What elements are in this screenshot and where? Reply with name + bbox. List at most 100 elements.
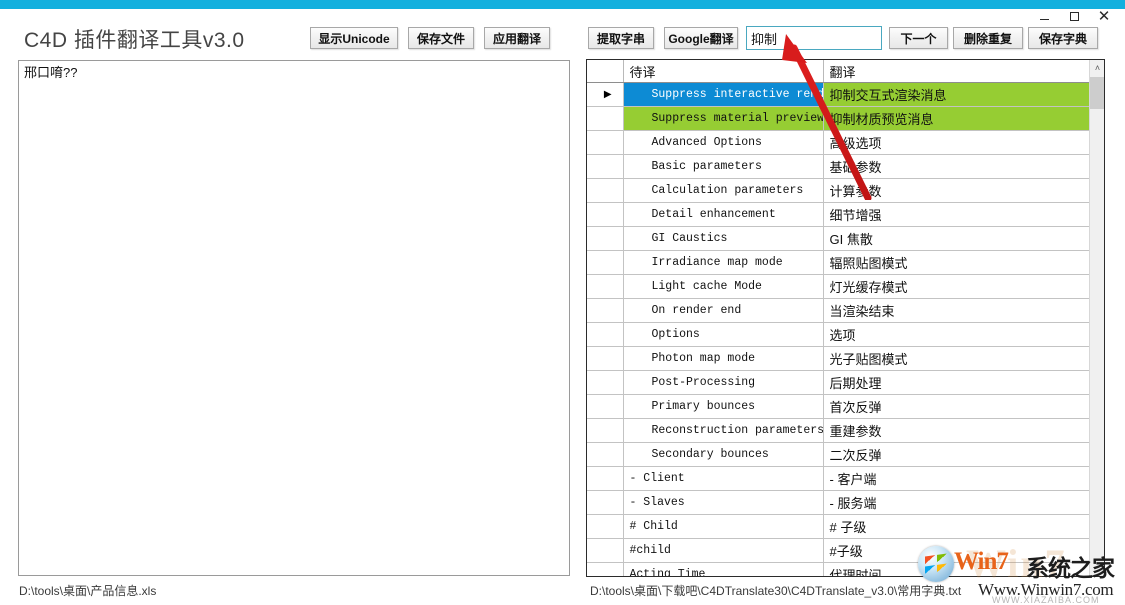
row-marker-cell[interactable] (587, 154, 624, 179)
source-cell[interactable]: Photon map mode (623, 346, 824, 371)
source-cell[interactable]: Acting Time (623, 562, 824, 576)
row-marker-cell[interactable] (587, 130, 624, 155)
source-cell[interactable]: GI Caustics (623, 226, 824, 251)
table-row[interactable]: Options 选项 (587, 322, 1089, 347)
row-marker-cell[interactable] (587, 346, 624, 371)
source-cell[interactable]: Suppress interactive rendering... (623, 82, 824, 107)
table-row[interactable]: GI Caustics GI 焦散 (587, 226, 1089, 251)
translation-cell[interactable]: 代理时间 (823, 562, 1089, 576)
translation-cell[interactable]: 细节增强 (823, 202, 1089, 227)
row-marker-cell[interactable] (587, 202, 624, 227)
table-row[interactable]: Basic parameters 基础参数 (587, 154, 1089, 179)
row-marker-cell[interactable] (587, 298, 624, 323)
row-marker-cell[interactable] (587, 562, 624, 576)
source-cell[interactable]: Detail enhancement (623, 202, 824, 227)
column-header-marker[interactable] (587, 60, 624, 83)
row-marker-cell[interactable] (587, 226, 624, 251)
translation-cell[interactable]: 抑制材质预览消息 (823, 106, 1089, 131)
translation-cell[interactable]: # 子级 (823, 514, 1089, 539)
close-button[interactable]: ✕ (1089, 6, 1119, 26)
source-cell[interactable]: Post-Processing (623, 370, 824, 395)
translation-cell[interactable]: 选项 (823, 322, 1089, 347)
column-header-translation[interactable]: 翻译 (823, 60, 1089, 83)
source-cell[interactable]: Suppress material preview mess... (623, 106, 824, 131)
row-marker-cell[interactable] (587, 106, 624, 131)
table-row[interactable]: Primary bounces 首次反弹 (587, 394, 1089, 419)
translation-cell[interactable]: 当渲染结束 (823, 298, 1089, 323)
table-row[interactable]: Light cache Mode 灯光缓存模式 (587, 274, 1089, 299)
table-row[interactable]: Post-Processing 后期处理 (587, 370, 1089, 395)
remove-duplicate-button[interactable]: 删除重复 (953, 27, 1023, 49)
row-marker-cell[interactable] (587, 178, 624, 203)
table-row[interactable]: Suppress material preview mess...抑制材质预览消… (587, 106, 1089, 131)
table-row[interactable]: On render end 当渲染结束 (587, 298, 1089, 323)
table-row[interactable]: #child #子级 (587, 538, 1089, 563)
translation-cell[interactable]: 重建参数 (823, 418, 1089, 443)
translation-cell[interactable]: 基础参数 (823, 154, 1089, 179)
translation-cell[interactable]: #子级 (823, 538, 1089, 563)
source-cell[interactable]: # Child (623, 514, 824, 539)
source-cell[interactable]: On render end (623, 298, 824, 323)
translation-cell[interactable]: 高级选项 (823, 130, 1089, 155)
row-marker-cell[interactable] (587, 274, 624, 299)
table-row[interactable]: ▶Suppress interactive rendering...抑制交互式渲… (587, 82, 1089, 107)
source-cell[interactable]: Secondary bounces (623, 442, 824, 467)
table-row[interactable]: Secondary bounces 二次反弹 (587, 442, 1089, 467)
source-cell[interactable]: Calculation parameters (623, 178, 824, 203)
translation-cell[interactable]: GI 焦散 (823, 226, 1089, 251)
minimize-button[interactable] (1029, 6, 1059, 26)
row-marker-cell[interactable] (587, 322, 624, 347)
scrollbar-thumb[interactable] (1090, 77, 1104, 109)
table-row[interactable]: - Client - 客户端 (587, 466, 1089, 491)
table-row[interactable]: Acting Time 代理时间 (587, 562, 1089, 576)
search-input[interactable] (746, 26, 882, 50)
column-header-source[interactable]: 待译 (623, 60, 824, 83)
table-row[interactable]: Photon map mode 光子贴图模式 (587, 346, 1089, 371)
source-cell[interactable]: Basic parameters (623, 154, 824, 179)
grid-vertical-scrollbar[interactable]: ˄ (1089, 60, 1104, 576)
source-cell[interactable]: - Slaves (623, 490, 824, 515)
translation-cell[interactable]: 首次反弹 (823, 394, 1089, 419)
source-cell[interactable]: #child (623, 538, 824, 563)
source-text-area[interactable]: 邢口唷?? (18, 60, 570, 576)
table-row[interactable]: Advanced Options 高级选项 (587, 130, 1089, 155)
row-marker-cell[interactable] (587, 394, 624, 419)
save-dictionary-button[interactable]: 保存字典 (1028, 27, 1098, 49)
translation-cell[interactable]: 二次反弹 (823, 442, 1089, 467)
table-row[interactable]: # Child # 子级 (587, 514, 1089, 539)
scroll-down-icon[interactable] (1090, 560, 1104, 576)
table-row[interactable]: Reconstruction parameters 重建参数 (587, 418, 1089, 443)
row-marker-cell[interactable] (587, 370, 624, 395)
row-marker-cell[interactable]: ▶ (587, 82, 624, 107)
row-marker-cell[interactable] (587, 418, 624, 443)
apply-translation-button[interactable]: 应用翻译 (484, 27, 550, 49)
source-cell[interactable]: - Client (623, 466, 824, 491)
table-row[interactable]: Irradiance map mode 辐照贴图模式 (587, 250, 1089, 275)
source-cell[interactable]: Advanced Options (623, 130, 824, 155)
translation-cell[interactable]: 后期处理 (823, 370, 1089, 395)
source-cell[interactable]: Light cache Mode (623, 274, 824, 299)
extract-string-button[interactable]: 提取字串 (588, 27, 654, 49)
table-row[interactable]: Detail enhancement 细节增强 (587, 202, 1089, 227)
table-row[interactable]: Calculation parameters 计算参数 (587, 178, 1089, 203)
row-marker-cell[interactable] (587, 514, 624, 539)
row-marker-cell[interactable] (587, 442, 624, 467)
scroll-up-icon[interactable]: ˄ (1090, 60, 1104, 76)
next-button[interactable]: 下一个 (889, 27, 948, 49)
show-unicode-button[interactable]: 显示Unicode (310, 27, 398, 49)
translation-cell[interactable]: 辐照贴图模式 (823, 250, 1089, 275)
translation-cell[interactable]: - 客户端 (823, 466, 1089, 491)
source-cell[interactable]: Primary bounces (623, 394, 824, 419)
translation-cell[interactable]: 抑制交互式渲染消息 (823, 82, 1089, 107)
translation-cell[interactable]: 光子贴图模式 (823, 346, 1089, 371)
row-marker-cell[interactable] (587, 538, 624, 563)
translation-cell[interactable]: - 服务端 (823, 490, 1089, 515)
table-row[interactable]: - Slaves - 服务端 (587, 490, 1089, 515)
row-marker-cell[interactable] (587, 250, 624, 275)
source-cell[interactable]: Irradiance map mode (623, 250, 824, 275)
maximize-button[interactable] (1059, 6, 1089, 26)
save-file-button[interactable]: 保存文件 (408, 27, 474, 49)
row-marker-cell[interactable] (587, 490, 624, 515)
source-cell[interactable]: Reconstruction parameters (623, 418, 824, 443)
row-marker-cell[interactable] (587, 466, 624, 491)
